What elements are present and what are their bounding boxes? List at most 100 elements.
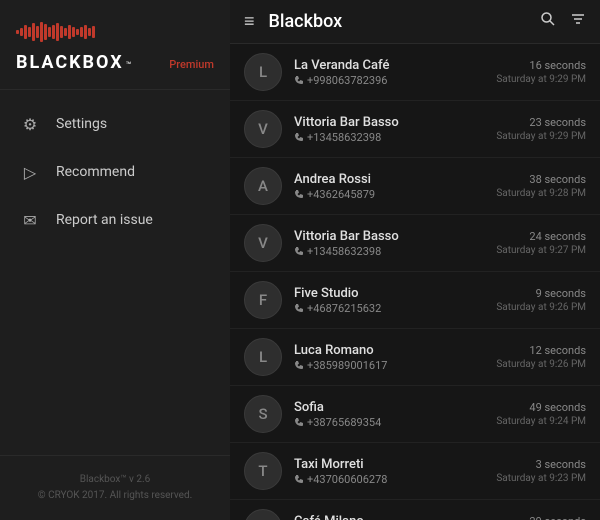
call-item[interactable]: F Five Studio +46876215632 9 seconds Sat… <box>230 272 600 329</box>
call-name: Luca Romano <box>294 343 484 358</box>
search-icon[interactable] <box>540 11 556 32</box>
avatar: L <box>244 338 282 376</box>
wave-bar <box>52 25 55 39</box>
call-number: +46876215632 <box>294 302 484 315</box>
phone-icon <box>294 132 304 142</box>
duration-time: Saturday at 9:26 PM <box>496 302 586 313</box>
call-number: +437060606278 <box>294 473 484 486</box>
phone-icon <box>294 360 304 370</box>
drawer-header: BLACKBOX™ Premium <box>0 0 230 90</box>
call-info: Taxi Morreti +437060606278 <box>294 457 484 486</box>
avatar: S <box>244 395 282 433</box>
call-name: La Veranda Café <box>294 58 484 73</box>
drawer-menu: Settings Recommend Report an issue <box>0 90 230 455</box>
phone-icon <box>294 246 304 256</box>
duration-seconds: 9 seconds <box>496 287 586 300</box>
wave-bar <box>24 25 27 39</box>
wave-bar <box>36 26 39 38</box>
drawer-item-report[interactable]: Report an issue <box>0 196 230 244</box>
call-info: Vittoria Bar Basso +13458632398 <box>294 115 484 144</box>
call-info: Andrea Rossi +4362645879 <box>294 172 484 201</box>
main-panel: ≡ Blackbox L La Veranda Café <box>230 0 600 520</box>
call-number: +4362645879 <box>294 188 484 201</box>
wave-bar <box>64 28 67 36</box>
drawer-footer: Blackbox™ v 2.6 © CRYOK 2017. All rights… <box>0 455 230 520</box>
phone-icon <box>294 189 304 199</box>
wave-bar <box>16 30 19 34</box>
call-item[interactable]: V Vittoria Bar Basso +13458632398 23 sec… <box>230 101 600 158</box>
duration-seconds: 16 seconds <box>496 59 586 72</box>
wave-bar <box>48 27 51 37</box>
settings-icon <box>20 114 40 134</box>
drawer-footer-line1: Blackbox™ v 2.6 <box>16 472 214 488</box>
avatar: V <box>244 224 282 262</box>
avatar: C <box>244 509 282 520</box>
wave-bar <box>28 27 31 37</box>
call-item[interactable]: S Sofia +38765689354 49 seconds Saturday… <box>230 386 600 443</box>
phone-icon <box>294 75 304 85</box>
duration-seconds: 24 seconds <box>496 230 586 243</box>
hamburger-menu-icon[interactable]: ≡ <box>244 11 255 32</box>
logo-text-row: BLACKBOX™ Premium <box>16 52 214 73</box>
call-item[interactable]: L Luca Romano +385989001617 12 seconds S… <box>230 329 600 386</box>
wave-bar <box>40 22 43 42</box>
call-duration: 9 seconds Saturday at 9:26 PM <box>496 287 586 313</box>
wave-bar <box>76 29 79 35</box>
duration-time: Saturday at 9:28 PM <box>496 188 586 199</box>
recommend-icon <box>20 162 40 182</box>
wave-bar <box>84 25 87 39</box>
duration-seconds: 29 seconds <box>496 515 586 520</box>
call-info: Luca Romano +385989001617 <box>294 343 484 372</box>
call-name: Five Studio <box>294 286 484 301</box>
wave-bar <box>92 26 95 38</box>
phone-icon <box>294 474 304 484</box>
drawer-item-recommend[interactable]: Recommend <box>0 148 230 196</box>
call-item[interactable]: A Andrea Rossi +4362645879 38 seconds Sa… <box>230 158 600 215</box>
app-title: Blackbox <box>269 11 540 32</box>
logo-tm: ™ <box>126 61 132 71</box>
wave-bar <box>32 23 35 41</box>
call-name: Sofia <box>294 400 484 415</box>
logo-waveform <box>16 20 214 44</box>
call-info: Five Studio +46876215632 <box>294 286 484 315</box>
call-number: +998063782396 <box>294 74 484 87</box>
call-info: Sofia +38765689354 <box>294 400 484 429</box>
logo-premium: Premium <box>169 58 214 71</box>
duration-seconds: 12 seconds <box>496 344 586 357</box>
drawer-panel: BLACKBOX™ Premium Settings Recommend Rep… <box>0 0 230 520</box>
wave-bar <box>60 26 63 38</box>
duration-time: Saturday at 9:29 PM <box>496 131 586 142</box>
call-item[interactable]: L La Veranda Café +998063782396 16 secon… <box>230 44 600 101</box>
wave-bar <box>68 25 71 39</box>
call-name: Vittoria Bar Basso <box>294 115 484 130</box>
call-duration: 29 seconds Saturday at 9:22 PM <box>496 515 586 520</box>
call-name: Taxi Morreti <box>294 457 484 472</box>
wave-bar <box>56 23 59 41</box>
drawer-item-settings[interactable]: Settings <box>0 100 230 148</box>
call-number: +38765689354 <box>294 416 484 429</box>
duration-time: Saturday at 9:27 PM <box>496 245 586 256</box>
duration-seconds: 3 seconds <box>496 458 586 471</box>
phone-icon <box>294 303 304 313</box>
wave-bar <box>72 27 75 37</box>
call-item[interactable]: V Vittoria Bar Basso +13458632398 24 sec… <box>230 215 600 272</box>
call-info: Vittoria Bar Basso +13458632398 <box>294 229 484 258</box>
drawer-footer-line2: © CRYOK 2017. All rights reserved. <box>16 488 214 504</box>
wave-bar <box>20 28 23 36</box>
duration-seconds: 49 seconds <box>496 401 586 414</box>
call-name: Vittoria Bar Basso <box>294 229 484 244</box>
avatar: F <box>244 281 282 319</box>
drawer-settings-label: Settings <box>56 116 107 132</box>
call-item[interactable]: C Café Milano +4361658469 29 seconds Sat… <box>230 500 600 520</box>
call-duration: 23 seconds Saturday at 9:29 PM <box>496 116 586 142</box>
call-number: +13458632398 <box>294 245 484 258</box>
call-duration: 16 seconds Saturday at 9:29 PM <box>496 59 586 85</box>
call-number: +13458632398 <box>294 131 484 144</box>
call-duration: 3 seconds Saturday at 9:23 PM <box>496 458 586 484</box>
call-info: La Veranda Café +998063782396 <box>294 58 484 87</box>
duration-time: Saturday at 9:26 PM <box>496 359 586 370</box>
call-list: L La Veranda Café +998063782396 16 secon… <box>230 44 600 520</box>
call-item[interactable]: T Taxi Morreti +437060606278 3 seconds S… <box>230 443 600 500</box>
avatar: A <box>244 167 282 205</box>
filter-icon[interactable] <box>570 11 586 32</box>
